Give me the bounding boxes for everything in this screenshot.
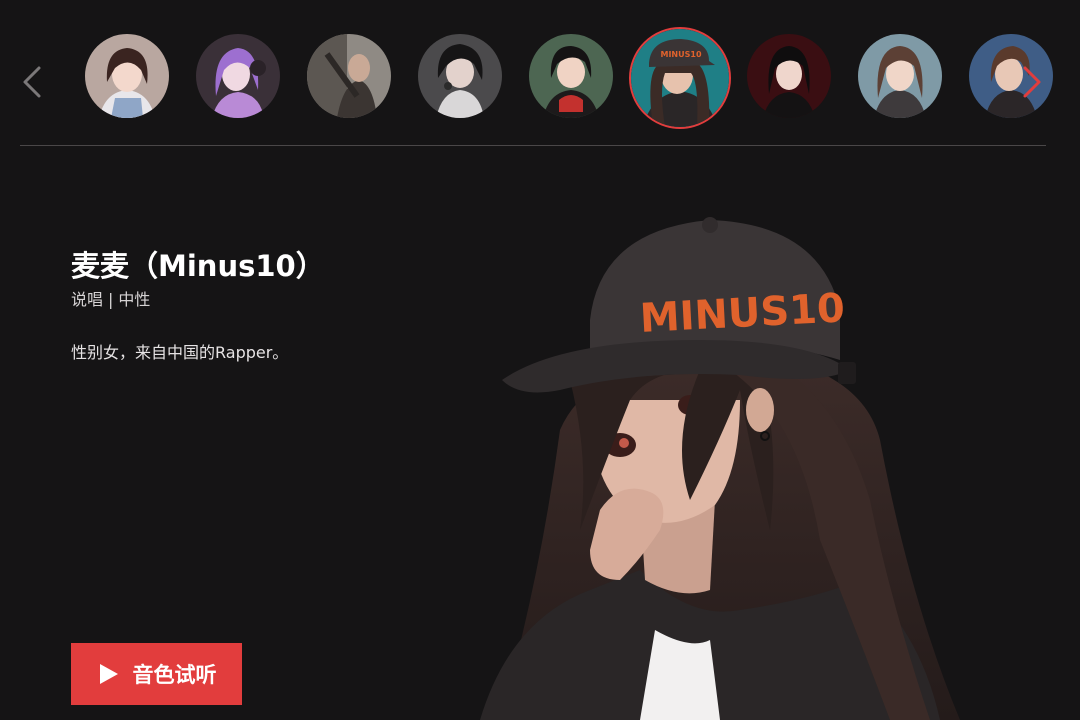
avatar-carousel: MINUS10	[0, 0, 1080, 145]
character-portrait-thumbnail	[85, 34, 169, 118]
voice-preview-label: 音色试听	[132, 663, 217, 687]
character-portrait-thumbnail	[196, 34, 280, 118]
tag-gender: 中性	[118, 290, 151, 309]
tag-separator: |	[108, 290, 114, 309]
character-name: 麦麦（Minus10）	[71, 249, 325, 283]
avatar-4[interactable]	[418, 34, 502, 118]
carousel-next-button[interactable]	[1011, 62, 1051, 102]
divider	[20, 145, 1046, 146]
character-description: 性别女，来自中国的Rapper。	[71, 343, 289, 362]
character-illustration: MINUS10	[480, 217, 960, 720]
avatar-2[interactable]	[196, 34, 280, 118]
character-portrait-thumbnail	[529, 34, 613, 118]
character-tags: 说唱 | 中性	[71, 286, 150, 310]
svg-text:MINUS10: MINUS10	[660, 50, 701, 59]
avatar-3[interactable]	[307, 34, 391, 118]
character-portrait-thumbnail	[858, 34, 942, 118]
avatar-5[interactable]	[529, 34, 613, 118]
avatar-6-selected[interactable]: MINUS10	[629, 27, 731, 129]
avatar-8[interactable]	[858, 34, 942, 118]
chevron-right-icon	[1023, 66, 1041, 98]
avatar-1[interactable]	[85, 34, 169, 118]
character-portrait-thumbnail	[747, 34, 831, 118]
play-icon	[99, 664, 118, 684]
voice-preview-button[interactable]: 音色试听	[71, 643, 242, 705]
avatar-7[interactable]	[747, 34, 831, 118]
character-portrait-thumbnail: MINUS10	[631, 29, 729, 127]
character-portrait-thumbnail	[307, 34, 391, 118]
character-portrait-thumbnail	[418, 34, 502, 118]
tag-style: 说唱	[71, 290, 104, 309]
character-portrait: MINUS10	[440, 200, 1000, 720]
